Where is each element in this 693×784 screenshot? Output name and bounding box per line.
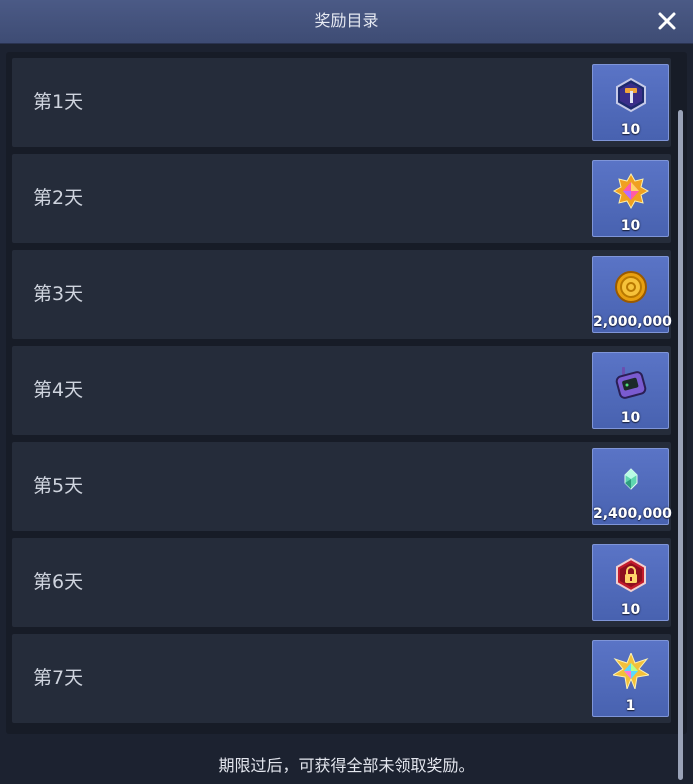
gold-coin-icon — [615, 271, 647, 303]
rainbow-star-icon — [613, 653, 649, 689]
day-label: 第2天 — [33, 187, 84, 209]
reward-row-day-1: 第1天 10 — [12, 58, 671, 147]
reward-list-panel: 第1天 10 第2天 10 第3天 2,000,000 第4天 10 第5天 2… — [6, 52, 687, 780]
reward-slot[interactable]: 1 — [592, 640, 669, 717]
reward-row-day-3: 第3天 2,000,000 — [12, 250, 672, 339]
reward-row-day-7: 第7天 1 — [12, 634, 671, 723]
close-icon — [658, 12, 676, 30]
scrollbar[interactable] — [678, 110, 683, 780]
reward-slot[interactable]: 2,400,000 — [592, 448, 672, 525]
reward-row-day-6: 第6天 10 — [12, 538, 671, 627]
reward-slot[interactable]: 10 — [592, 544, 669, 621]
footer-note: 期限过后，可获得全部未领取奖励。 — [218, 756, 475, 775]
day-label: 第7天 — [33, 667, 84, 689]
day-label: 第6天 — [33, 571, 84, 593]
reward-quantity: 1 — [625, 698, 636, 714]
reward-slot[interactable]: 10 — [592, 64, 669, 141]
day-label: 第4天 — [33, 379, 84, 401]
reward-row-day-2: 第2天 10 — [12, 154, 671, 243]
day-label: 第1天 — [33, 91, 84, 113]
reward-quantity: 10 — [620, 218, 641, 234]
reward-row-day-5: 第5天 2,400,000 — [12, 442, 672, 531]
reward-quantity: 10 — [620, 122, 641, 138]
walkie-talkie-icon — [615, 367, 647, 399]
star-crystal-icon — [613, 173, 649, 209]
title-bar: 奖励目录 — [0, 0, 693, 44]
reward-row-day-4: 第4天 10 — [12, 346, 671, 435]
reward-slot[interactable]: 10 — [592, 352, 669, 429]
reward-quantity: 10 — [620, 602, 641, 618]
reward-quantity: 2,400,000 — [593, 506, 672, 522]
reward-list: 第1天 10 第2天 10 第3天 2,000,000 第4天 10 第5天 2… — [12, 58, 672, 730]
day-label: 第3天 — [33, 283, 84, 305]
reward-quantity: 10 — [620, 410, 641, 426]
day-label: 第5天 — [33, 475, 84, 497]
hammer-gem-icon — [616, 77, 646, 113]
green-crystal-icon — [624, 468, 638, 490]
reward-slot[interactable]: 10 — [592, 160, 669, 237]
reward-slot[interactable]: 2,000,000 — [592, 256, 672, 333]
reward-quantity: 2,000,000 — [593, 314, 672, 330]
red-lock-gem-icon — [616, 557, 646, 593]
close-button[interactable] — [651, 5, 683, 37]
page-title: 奖励目录 — [314, 11, 379, 30]
